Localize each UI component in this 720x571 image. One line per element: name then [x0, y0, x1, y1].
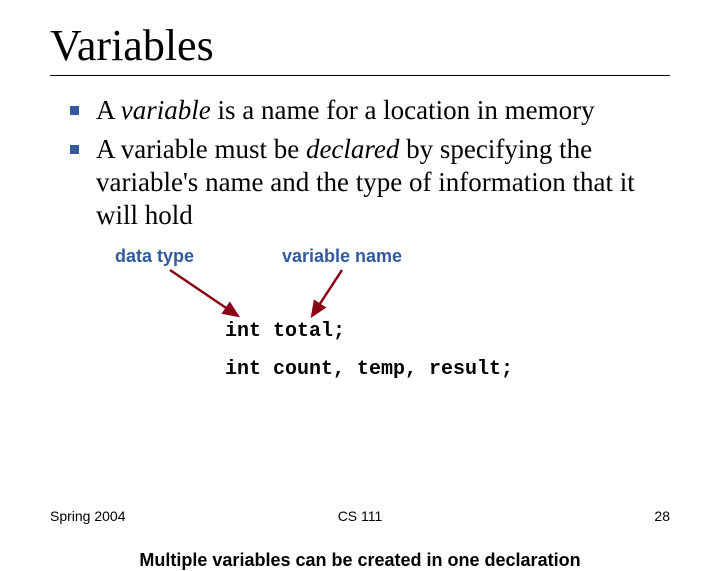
bullet-text: is a name for a location in memory [211, 95, 595, 125]
bullet-item: A variable is a name for a location in m… [70, 94, 670, 127]
slide-title: Variables [50, 20, 670, 71]
arrow-icon [160, 268, 250, 320]
bullet-text: A variable must be [96, 134, 306, 164]
bullet-italic: variable [121, 95, 211, 125]
bullet-italic: declared [306, 134, 399, 164]
bullet-item: A variable must be declared by specifyin… [70, 133, 670, 232]
bullet-list: A variable is a name for a location in m… [70, 94, 670, 232]
code-diagram: data type variable name int total; int c… [50, 246, 670, 396]
label-data-type: data type [115, 246, 194, 267]
code-line: int count, temp, result; [225, 358, 513, 381]
caption-text: Multiple variables can be created in one… [50, 550, 670, 571]
footer-right: 28 [654, 508, 670, 524]
title-underline [50, 75, 670, 76]
bullet-text: A [96, 95, 121, 125]
arrow-icon [304, 268, 354, 320]
code-line: int total; [225, 320, 345, 343]
footer-center: CS 111 [50, 508, 670, 524]
label-variable-name: variable name [282, 246, 402, 267]
slide-footer: Spring 2004 CS 111 28 [50, 508, 670, 524]
